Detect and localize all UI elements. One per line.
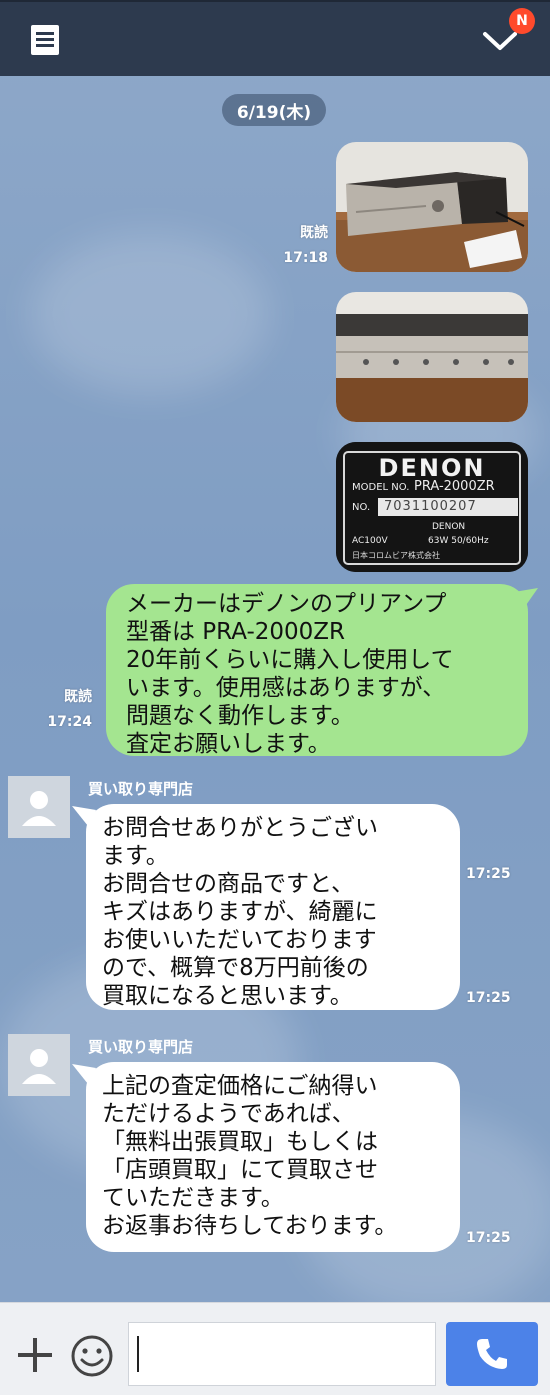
plate-model-label: MODEL NO. (352, 482, 410, 493)
sent-photo-amplifier-panel[interactable] (336, 292, 528, 422)
message-line: メーカーはデノンのプリアンプ (126, 591, 447, 617)
message-time: 17:18 (283, 250, 328, 266)
sent-photo-model-plate[interactable]: DENON MODEL NO. PRA-2000ZR NO. 703110020… (336, 442, 528, 572)
avatar[interactable] (8, 776, 70, 838)
message-line: お返事お待ちしております。 (102, 1213, 398, 1239)
avatar[interactable] (8, 1034, 70, 1096)
message-line: 上記の査定価格にご納得い (102, 1073, 378, 1099)
call-button[interactable] (446, 1322, 538, 1386)
plate-maker: 日本コロムビア株式会社 (352, 551, 440, 560)
plate-serial-label: NO. (352, 502, 371, 513)
plate-rating: 63W 50/60Hz (428, 536, 489, 546)
message-line: ただけるようであれば、 (102, 1101, 355, 1127)
message-line: います。使用感はありますが、 (126, 675, 446, 701)
message-input[interactable] (128, 1322, 436, 1386)
message-line: お問合せありがとうござい (102, 815, 378, 841)
sender-name: 買い取り専門店 (88, 780, 194, 798)
text-caret (137, 1336, 139, 1372)
message-line: 20年前くらいに購入し使用して (126, 647, 454, 673)
message-line: ので、概算で8万円前後の (102, 955, 369, 981)
message-time: 17:25 (466, 866, 511, 882)
plate-model: PRA-2000ZR (414, 479, 495, 494)
message-line: 問題なく動作します。 (126, 703, 354, 729)
sent-message-bubble[interactable]: メーカーはデノンのプリアンプ 型番は PRA-2000ZR 20年前くらいに購入… (106, 584, 528, 757)
message-line: ます。 (102, 843, 169, 869)
message-line: お使いいただいております (102, 927, 377, 953)
plate-power: AC100V (352, 536, 388, 546)
sender-name: 買い取り専門店 (88, 1038, 194, 1056)
message-time: 17:25 (466, 1230, 511, 1246)
read-receipt: 既読 (300, 225, 328, 241)
message-line: 買取になると思います。 (102, 983, 353, 1009)
plus-icon[interactable] (16, 1336, 54, 1374)
phone-icon (477, 1339, 507, 1369)
notification-badge: N (509, 8, 535, 34)
emoji-icon[interactable] (70, 1334, 114, 1378)
chat-header: N (0, 0, 550, 76)
message-time: 17:25 (466, 990, 511, 1006)
message-line: 「店頭買取」にて買取させ (102, 1157, 378, 1183)
plate-serial: 7031100207 (384, 499, 477, 514)
message-line: お問合せの商品ですと、 (102, 871, 355, 897)
message-line: ていただきます。 (102, 1185, 284, 1211)
message-line: 「無料出張買取」もしくは (102, 1129, 378, 1155)
message-line: 査定お願いします。 (126, 731, 331, 757)
plate-brand: DENON (378, 454, 486, 482)
menu-icon[interactable] (30, 24, 60, 56)
sent-photo-amplifier-front[interactable] (336, 142, 528, 272)
date-divider: 6/19(木) (222, 94, 326, 126)
message-time: 17:24 (47, 714, 92, 730)
message-line: キズはありますが、綺麗に (102, 899, 378, 925)
message-line: 型番は PRA-2000ZR (126, 619, 346, 645)
plate-brand-small: DENON (432, 522, 466, 532)
received-message-bubble[interactable]: 上記の査定価格にご納得い ただけるようであれば、 「無料出張買取」もしくは 「店… (86, 1062, 460, 1252)
bubble-tail (514, 588, 538, 608)
read-receipt: 既読 (64, 689, 92, 705)
received-message-bubble[interactable]: お問合せありがとうござい ます。 お問合せの商品ですと、 キズはありますが、綺麗… (86, 804, 460, 1010)
